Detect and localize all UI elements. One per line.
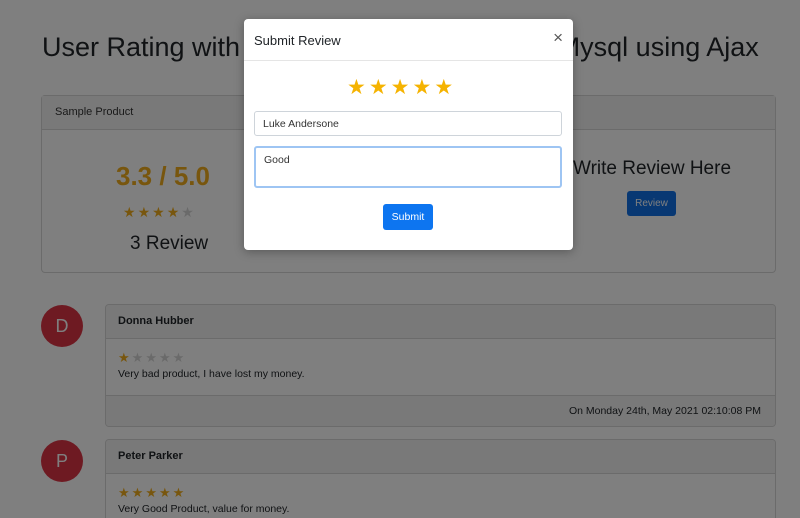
rating-selector: ★★★★★ [347, 75, 456, 100]
submit-button[interactable]: Submit [383, 204, 433, 230]
star-icon[interactable]: ★ [412, 76, 434, 99]
star-icon[interactable]: ★ [391, 76, 413, 99]
submit-review-modal: Submit Review × ★★★★★ Good Submit [244, 19, 573, 250]
name-input[interactable] [254, 111, 562, 136]
review-textarea[interactable]: Good [254, 146, 562, 188]
star-icon[interactable]: ★ [434, 76, 456, 99]
modal-header: Submit Review × [244, 19, 573, 61]
close-icon[interactable]: × [553, 28, 563, 48]
star-icon[interactable]: ★ [369, 76, 391, 99]
modal-title: Submit Review [254, 33, 341, 48]
star-icon[interactable]: ★ [347, 76, 369, 99]
